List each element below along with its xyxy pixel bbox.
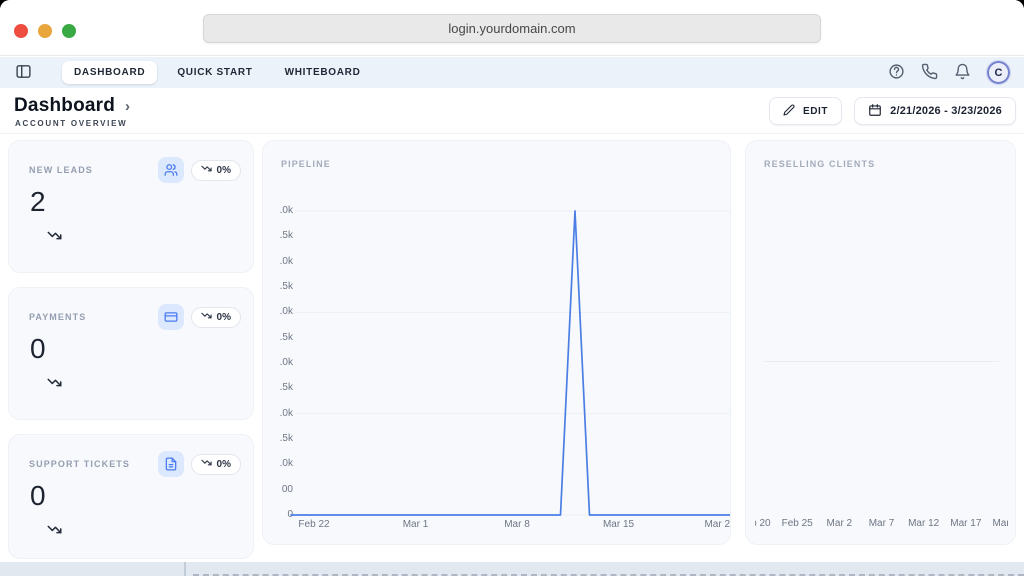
page-header: Dashboard › ACCOUNT OVERVIEW EDIT 2/21/2…	[0, 88, 1024, 134]
nav-tabs: DASHBOARD QUICK START WHITEBOARD	[62, 61, 373, 84]
date-range-label: 2/21/2026 - 3/23/2026	[890, 105, 1002, 117]
x-tick-label: Feb 25	[782, 518, 813, 529]
close-window-button[interactable]	[14, 24, 28, 38]
bell-icon	[954, 63, 971, 83]
stat-label: SUPPORT TICKETS	[29, 459, 158, 469]
browser-chrome: login.yourdomain.com	[0, 0, 1024, 56]
tab-dashboard[interactable]: DASHBOARD	[62, 61, 157, 84]
x-tick-label: Feb 20	[755, 518, 771, 529]
reselling-panel-title: RESELLING CLIENTS	[764, 159, 875, 169]
stat-label: PAYMENTS	[29, 312, 158, 322]
window-controls	[14, 24, 76, 38]
trending-down-icon	[201, 163, 212, 177]
phone-button[interactable]	[920, 64, 938, 82]
pipeline-series-line	[291, 211, 731, 515]
stat-value: 0	[30, 480, 46, 512]
reselling-x-axis: Feb 20 Feb 25 Mar 2 Mar 7 Mar 12 Mar 17 Mar 22	[755, 517, 1008, 533]
chevron-right-icon[interactable]: ›	[125, 98, 130, 115]
address-bar[interactable]: login.yourdomain.com	[203, 14, 821, 43]
credit-card-icon	[158, 304, 184, 330]
trend-badge: 0%	[191, 307, 241, 328]
x-tick-label: Mar 12	[908, 518, 939, 529]
date-range-button[interactable]: 2/21/2026 - 3/23/2026	[854, 97, 1016, 125]
notifications-button[interactable]	[953, 64, 971, 82]
gridline	[764, 361, 999, 362]
stats-column: NEW LEADS 0% 2 PAYMENTS	[8, 140, 254, 573]
navbar-actions: C	[887, 60, 1011, 85]
help-button[interactable]	[887, 64, 905, 82]
panel-left-icon	[15, 63, 32, 83]
page-subtitle: ACCOUNT OVERVIEW	[15, 119, 127, 128]
stat-card-payments: PAYMENTS 0% 0	[8, 287, 254, 420]
help-icon	[888, 63, 905, 83]
x-tick-label: Mar 7	[869, 518, 895, 529]
reselling-clients-panel: RESELLING CLIENTS Feb 20 Feb 25 Mar 2 Mar 7…	[745, 140, 1016, 545]
top-navbar: DASHBOARD QUICK START WHITEBOARD C	[0, 57, 1024, 88]
trending-down-icon	[47, 375, 62, 395]
phone-icon	[921, 63, 938, 83]
minimize-window-button[interactable]	[38, 24, 52, 38]
header-actions: EDIT 2/21/2026 - 3/23/2026	[769, 97, 1016, 125]
edit-button-label: EDIT	[803, 106, 828, 117]
trending-down-icon	[201, 310, 212, 324]
stat-card-new-leads: NEW LEADS 0% 2	[8, 140, 254, 273]
x-tick-label: Mar 2	[827, 518, 853, 529]
stat-value: 2	[30, 186, 46, 218]
trending-down-icon	[201, 457, 212, 471]
stat-label: NEW LEADS	[29, 165, 158, 175]
browser-window: login.yourdomain.com DASHBOARD QUICK STA…	[0, 0, 1024, 576]
url-text: login.yourdomain.com	[448, 21, 575, 36]
tab-whiteboard[interactable]: WHITEBOARD	[273, 61, 373, 84]
stat-value: 0	[30, 333, 46, 365]
pencil-icon	[783, 104, 795, 119]
trend-badge: 0%	[191, 454, 241, 475]
users-icon	[158, 157, 184, 183]
calendar-icon	[868, 103, 882, 120]
edit-button[interactable]: EDIT	[769, 97, 842, 125]
file-text-icon	[158, 451, 184, 477]
next-section-edge	[0, 562, 1024, 576]
trending-down-icon	[47, 228, 62, 248]
sidebar-toggle-button[interactable]	[13, 63, 33, 83]
tab-quick-start[interactable]: QUICK START	[165, 61, 264, 84]
trending-down-icon	[47, 522, 62, 542]
user-avatar[interactable]: C	[986, 60, 1011, 85]
page-title: Dashboard	[14, 95, 115, 117]
x-tick-label: Mar 22	[992, 518, 1008, 529]
trend-badge-value: 0%	[217, 312, 231, 323]
trend-badge-value: 0%	[217, 165, 231, 176]
maximize-window-button[interactable]	[62, 24, 76, 38]
pipeline-chart-svg	[263, 141, 731, 545]
section-divider	[184, 562, 186, 576]
x-tick-label: Mar 17	[950, 518, 981, 529]
pipeline-panel: PIPELINE 000.0k.5k.0k.5k.0k.5k.0k.5k.0k.…	[262, 140, 731, 545]
stat-card-support-tickets: SUPPORT TICKETS 0% 0	[8, 434, 254, 559]
trend-badge-value: 0%	[217, 459, 231, 470]
trend-badge: 0%	[191, 160, 241, 181]
